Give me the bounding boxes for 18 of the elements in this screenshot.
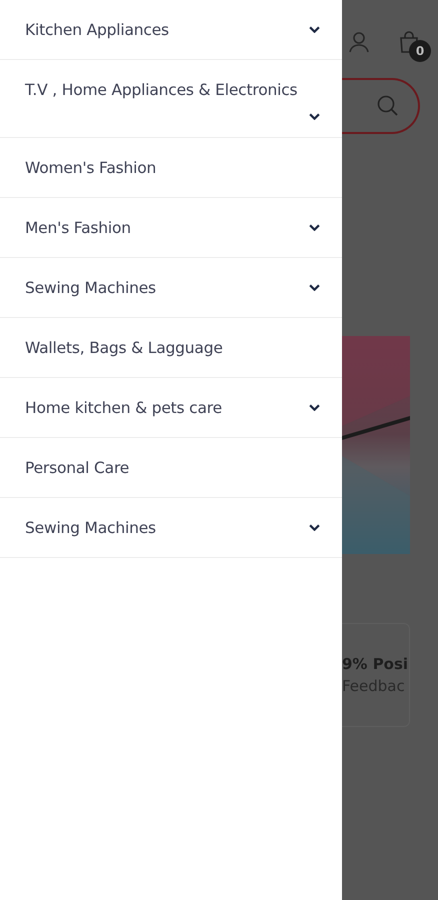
menu-label: T.V , Home Appliances & Electronics <box>25 81 298 99</box>
feedback-title: 9% Posi <box>342 655 409 673</box>
menu-label: Sewing Machines <box>25 518 156 536</box>
menu-label: Kitchen Appliances <box>25 20 169 38</box>
chevron-down-icon[interactable] <box>309 404 320 411</box>
chevron-down-icon[interactable] <box>309 26 320 33</box>
menu-label: Sewing Machines <box>25 278 156 296</box>
menu-label: Women's Fashion <box>25 158 156 176</box>
menu-label: Wallets, Bags & Lagguage <box>25 338 223 356</box>
chevron-down-icon[interactable] <box>309 284 320 291</box>
chevron-down-icon[interactable] <box>309 224 320 231</box>
menu-label: Home kitchen & pets care <box>25 398 222 416</box>
cart-count-badge: 0 <box>409 40 431 62</box>
menu-label: Personal Care <box>25 458 130 476</box>
chevron-down-icon[interactable] <box>309 113 320 120</box>
search-field[interactable] <box>342 78 420 134</box>
menu-label: Men's Fashion <box>25 218 131 236</box>
chevron-down-icon[interactable] <box>309 524 320 531</box>
